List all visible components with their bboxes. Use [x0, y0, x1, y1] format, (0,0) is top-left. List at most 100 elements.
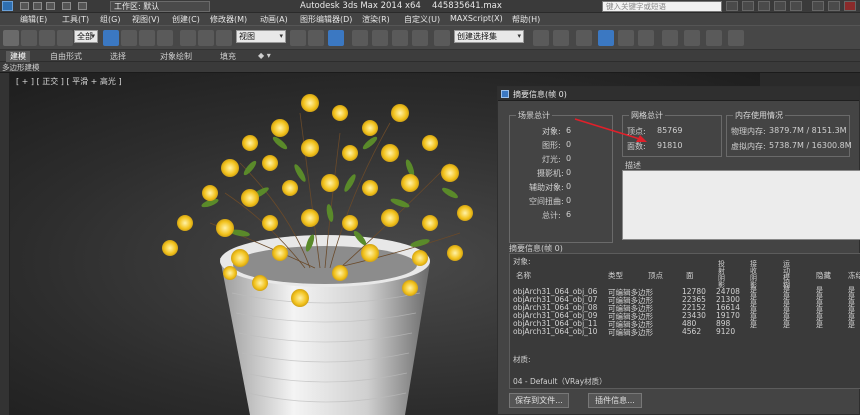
angle-snap-icon[interactable] [372, 30, 388, 46]
menu-create[interactable]: 创建(C) [172, 14, 200, 25]
shadow-recv-flags: 是是是是是是 [750, 286, 757, 329]
named-selection-sets-dropdown[interactable]: 创建选择集 [454, 30, 524, 43]
maximize-button[interactable] [828, 1, 840, 11]
faces-label: 面数: [627, 142, 646, 151]
lights-label: 灯光: [542, 155, 561, 164]
save-file-icon[interactable] [46, 2, 55, 10]
percent-snap-icon[interactable] [392, 30, 408, 46]
column-shadow-cast: 投射阴影 [718, 260, 725, 289]
layer-manager-icon[interactable] [576, 30, 592, 46]
menu-help[interactable]: 帮助(H) [512, 14, 540, 25]
pivot-center-icon[interactable] [290, 30, 306, 46]
selection-filter-dropdown[interactable]: 全部 [74, 30, 98, 43]
summary-info-textbox[interactable]: 对象: 名称 类型 顶点 面 投射阴影 接收阴影 运动模糊 隐藏 冻结 objA… [509, 253, 860, 389]
scene-explorer-icon[interactable] [598, 30, 614, 46]
mirror-icon[interactable] [533, 30, 549, 46]
communication-icon[interactable] [758, 1, 770, 11]
window-crossing-icon[interactable] [157, 30, 173, 46]
help-icon[interactable] [790, 1, 802, 11]
scene-totals-group: 场景总计 对象: 6 图形: 0 灯光: 0 摄影机: 0 辅助对象: 0 空间… [509, 110, 613, 243]
material-editor-icon[interactable] [684, 30, 700, 46]
space-warps-value: 0 [566, 196, 572, 205]
open-file-icon[interactable] [33, 2, 42, 10]
row-faces: 4562 [682, 327, 702, 336]
menu-maxscript[interactable]: MAXScript(X) [450, 14, 503, 23]
description-textarea[interactable] [622, 170, 860, 240]
menu-graph-editors[interactable]: 图形编辑器(D) [300, 14, 352, 25]
redo-icon[interactable] [78, 2, 87, 10]
align-icon[interactable] [553, 30, 569, 46]
new-file-icon[interactable] [20, 2, 29, 10]
plugin-info-button[interactable]: 插件信息... [588, 393, 642, 408]
snaps-toggle-icon[interactable] [352, 30, 368, 46]
select-manipulate-icon[interactable] [308, 30, 324, 46]
ribbon-toggle-icon[interactable] [618, 30, 634, 46]
memory-usage-title: 内存使用情况 [733, 110, 785, 121]
reference-coordinate-dropdown[interactable]: 视图 [236, 30, 286, 43]
tab-populate[interactable]: 填充 [216, 51, 240, 62]
undo-toolbar-icon[interactable] [3, 30, 19, 46]
menu-modifiers[interactable]: 修改器(M) [210, 14, 247, 25]
render-setup-icon[interactable] [706, 30, 722, 46]
material-item: 04 - Default（VRay材质） [513, 377, 607, 386]
physical-memory-label: 物理内存: [731, 127, 766, 136]
link-icon[interactable] [21, 30, 37, 46]
tab-selection[interactable]: 选择 [106, 51, 130, 62]
render-frame-icon[interactable] [728, 30, 744, 46]
favorites-icon[interactable] [774, 1, 786, 11]
row-type: 可编辑多边形 [608, 328, 653, 337]
keyboard-shortcut-override-icon[interactable] [328, 30, 344, 46]
curve-editor-icon[interactable] [638, 30, 654, 46]
edit-named-selection-icon[interactable] [434, 30, 450, 46]
menu-animation[interactable]: 动画(A) [260, 14, 288, 25]
tab-modeling[interactable]: 建模 [6, 51, 30, 62]
app-title: Autodesk 3ds Max 2014 x64 [300, 1, 421, 11]
unlink-icon[interactable] [39, 30, 55, 46]
menu-tools[interactable]: 工具(T) [62, 14, 89, 25]
ribbon-options-icon[interactable]: ◆ ▾ [254, 51, 275, 60]
spinner-snap-icon[interactable] [412, 30, 428, 46]
faces-value: 91810 [657, 141, 683, 150]
menu-edit[interactable]: 编辑(E) [20, 14, 47, 25]
menu-view[interactable]: 视图(V) [132, 14, 160, 25]
ribbon-tabs: 建模 自由形式 选择 对象绘制 填充 ◆ ▾ [0, 50, 860, 62]
polygon-modeling-label[interactable]: 多边形建模 [2, 62, 40, 73]
summary-info-dialog: 摘要信息(帧 0) 场景总计 对象: 6 图形: 0 灯光: 0 摄影机: 0 … [497, 86, 860, 415]
vertices-value: 85769 [657, 126, 683, 135]
tab-freeform[interactable]: 自由形式 [46, 51, 86, 62]
dialog-title-bar[interactable]: 摘要信息(帧 0) [498, 87, 859, 101]
file-name: 445835641.max [432, 1, 502, 11]
total-value: 6 [566, 210, 572, 219]
cameras-label: 摄影机: [537, 169, 564, 178]
title-bar: 工作区: 默认 Autodesk 3ds Max 2014 x64 445835… [0, 0, 860, 13]
minimize-button[interactable] [812, 1, 824, 11]
schematic-view-icon[interactable] [662, 30, 678, 46]
search-icon[interactable] [726, 1, 738, 11]
workspace-dropdown[interactable]: 工作区: 默认 [110, 1, 210, 12]
select-by-name-icon[interactable] [121, 30, 137, 46]
scale-icon[interactable] [216, 30, 232, 46]
select-object-icon[interactable] [103, 30, 119, 46]
menu-group[interactable]: 组(G) [100, 14, 120, 25]
rotate-icon[interactable] [198, 30, 214, 46]
column-hidden: 隐藏 [816, 271, 831, 280]
column-motion-blur: 运动模糊 [783, 260, 790, 289]
menu-customize[interactable]: 自定义(U) [404, 14, 440, 25]
objects-value: 6 [566, 126, 572, 135]
undo-icon[interactable] [62, 2, 71, 10]
frozen-flags: 是是是是是是 [848, 286, 855, 329]
subscription-icon[interactable] [742, 1, 754, 11]
flower-pot [220, 235, 430, 415]
search-input[interactable]: 键入关键字或短语 [602, 1, 722, 12]
space-warps-label: 空间扭曲: [529, 197, 564, 206]
app-logo-icon[interactable] [2, 1, 13, 11]
tab-object-paint[interactable]: 对象绘制 [156, 51, 196, 62]
close-button[interactable] [844, 1, 856, 11]
row-name: objArch31_064_obj_10 [513, 327, 598, 336]
move-icon[interactable] [180, 30, 196, 46]
column-type: 类型 [608, 271, 623, 280]
bind-space-warp-icon[interactable] [57, 30, 73, 46]
rectangle-selection-icon[interactable] [139, 30, 155, 46]
save-to-file-button[interactable]: 保存到文件... [509, 393, 569, 408]
menu-rendering[interactable]: 渲染(R) [362, 14, 390, 25]
